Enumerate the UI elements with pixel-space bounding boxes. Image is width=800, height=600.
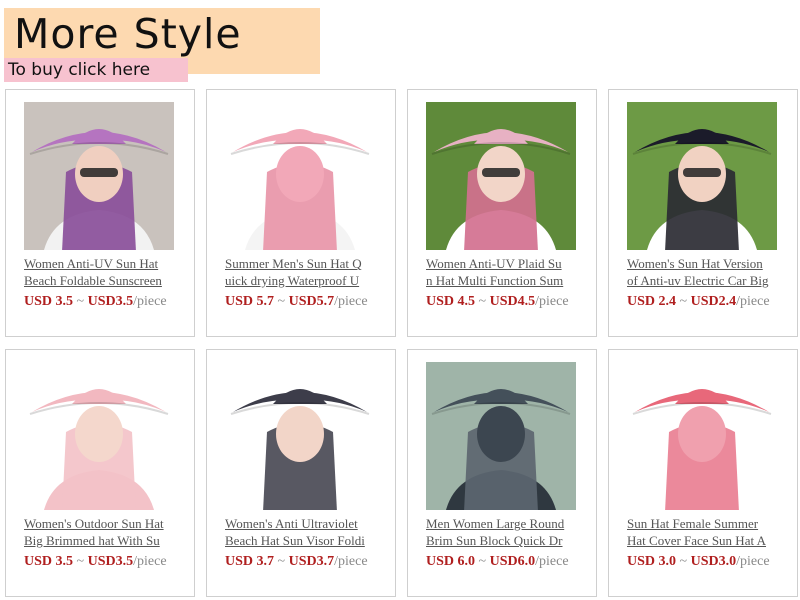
price-from: USD 3.5 [24,554,74,569]
price-separator: ~ [475,554,490,569]
product-title-line: Summer Men's Sun Hat Q [225,256,362,271]
product-price: USD 3.5 ~ USD3.5/piece [24,294,176,310]
product-title-line: Women's Anti Ultraviolet [225,516,358,531]
product-image[interactable] [627,102,777,250]
product-title-link[interactable]: Women's Sun Hat Version of Anti-uv Elect… [627,255,777,291]
product-price: USD 2.4 ~ USD2.4/piece [627,294,779,310]
price-to: USD3.5 [87,294,134,309]
price-from: USD 2.4 [627,294,677,309]
product-title-line: uick drying Waterproof U [225,273,360,288]
product-title-line: Women Anti-UV Plaid Su [426,256,562,271]
banner-title: More Style [14,10,242,58]
buy-link[interactable]: To buy click here [4,58,188,82]
price-unit: /piece [133,294,167,309]
product-title-line: Women Anti-UV Sun Hat [24,256,159,271]
price-to: USD3.5 [87,554,134,569]
product-image[interactable] [426,362,576,510]
price-to: USD2.4 [690,294,737,309]
price-from: USD 3.5 [24,294,74,309]
price-separator: ~ [676,294,691,309]
price-from: USD 3.7 [225,554,275,569]
price-from: USD 3.0 [627,554,677,569]
product-card[interactable]: Women's Sun Hat Version of Anti-uv Elect… [608,89,798,337]
product-image[interactable] [426,102,576,250]
product-image[interactable] [627,362,777,510]
price-to: USD3.7 [288,554,335,569]
product-title-line: Women's Outdoor Sun Hat [24,516,164,531]
product-title-line: Hat Cover Face Sun Hat A [627,533,767,548]
product-title-link[interactable]: Summer Men's Sun Hat Q uick drying Water… [225,255,375,291]
product-title-line: of Anti-uv Electric Car Big [627,273,769,288]
price-to: USD3.0 [690,554,737,569]
product-price: USD 3.0 ~ USD3.0/piece [627,554,779,570]
product-price: USD 6.0 ~ USD6.0/piece [426,554,578,570]
product-image[interactable] [225,362,375,510]
product-title-line: Sun Hat Female Summer [627,516,759,531]
product-title-link[interactable]: Women's Outdoor Sun Hat Big Brimmed hat … [24,515,174,551]
price-from: USD 5.7 [225,294,275,309]
product-title-line: Beach Foldable Sunscreen [24,273,162,288]
product-price: USD 4.5 ~ USD4.5/piece [426,294,578,310]
price-separator: ~ [73,554,88,569]
product-image[interactable] [24,362,174,510]
price-unit: /piece [535,294,569,309]
product-title-line: Women's Sun Hat Version [627,256,763,271]
product-title-link[interactable]: Women's Anti Ultraviolet Beach Hat Sun V… [225,515,375,551]
price-unit: /piece [535,554,569,569]
product-card[interactable]: Men Women Large Round Brim Sun Block Qui… [407,349,597,597]
product-title-line: n Hat Multi Function Sum [426,273,564,288]
price-unit: /piece [334,554,368,569]
product-title-link[interactable]: Women Anti-UV Plaid Su n Hat Multi Funct… [426,255,576,291]
product-price: USD 5.7 ~ USD5.7/piece [225,294,377,310]
product-title-link[interactable]: Sun Hat Female Summer Hat Cover Face Sun… [627,515,777,551]
price-separator: ~ [274,294,289,309]
product-title-line: Beach Hat Sun Visor Foldi [225,533,365,548]
product-card[interactable]: Women Anti-UV Sun Hat Beach Foldable Sun… [5,89,195,337]
price-unit: /piece [334,294,368,309]
price-separator: ~ [676,554,691,569]
product-card[interactable]: Sun Hat Female Summer Hat Cover Face Sun… [608,349,798,597]
product-title-line: Big Brimmed hat With Su [24,533,160,548]
price-from: USD 6.0 [426,554,476,569]
product-title-line: Men Women Large Round [426,516,565,531]
product-price: USD 3.7 ~ USD3.7/piece [225,554,377,570]
price-from: USD 4.5 [426,294,476,309]
price-separator: ~ [475,294,490,309]
product-image[interactable] [24,102,174,250]
price-separator: ~ [274,554,289,569]
product-card[interactable]: Women's Anti Ultraviolet Beach Hat Sun V… [206,349,396,597]
product-title-line: Brim Sun Block Quick Dr [426,533,563,548]
price-unit: /piece [736,294,770,309]
product-card[interactable]: Women's Outdoor Sun Hat Big Brimmed hat … [5,349,195,597]
product-title-link[interactable]: Men Women Large Round Brim Sun Block Qui… [426,515,576,551]
product-card[interactable]: Women Anti-UV Plaid Su n Hat Multi Funct… [407,89,597,337]
product-image[interactable] [225,102,375,250]
price-unit: /piece [133,554,167,569]
product-card[interactable]: Summer Men's Sun Hat Q uick drying Water… [206,89,396,337]
product-price: USD 3.5 ~ USD3.5/piece [24,554,176,570]
price-to: USD4.5 [489,294,536,309]
price-to: USD5.7 [288,294,335,309]
price-to: USD6.0 [489,554,536,569]
product-title-link[interactable]: Women Anti-UV Sun Hat Beach Foldable Sun… [24,255,174,291]
price-separator: ~ [73,294,88,309]
price-unit: /piece [736,554,770,569]
